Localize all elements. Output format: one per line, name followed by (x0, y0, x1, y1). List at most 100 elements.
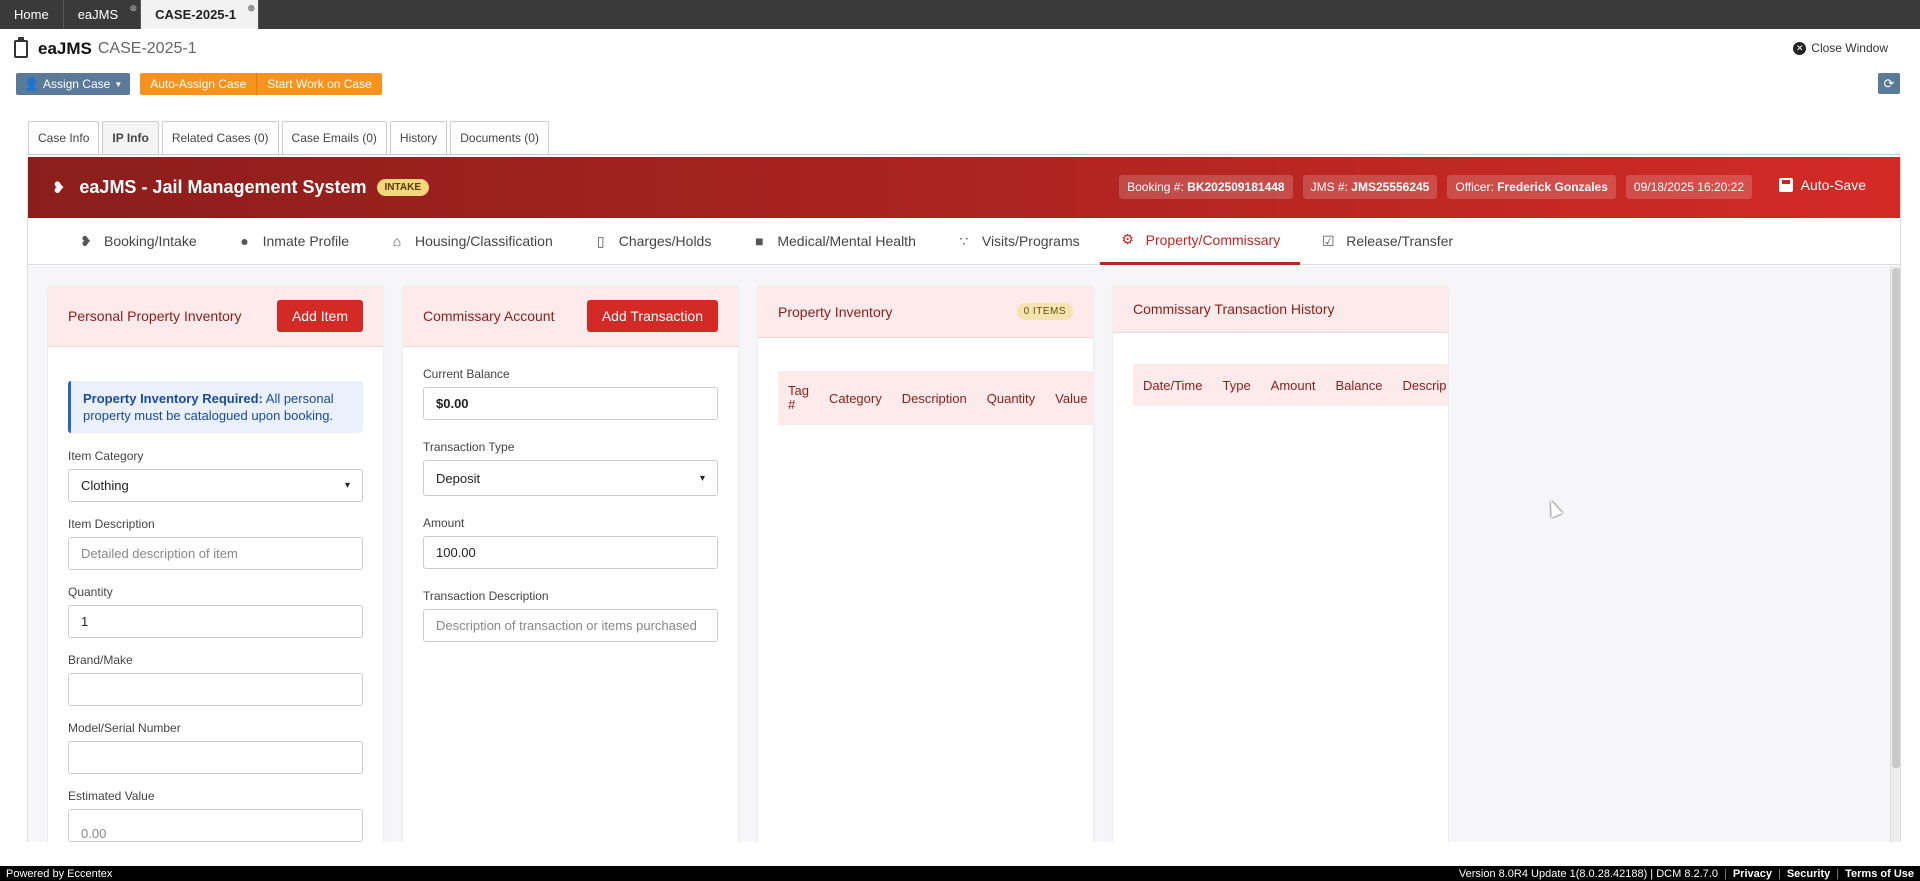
commissary-history-panel: Commissary Transaction History Date/Time… (1113, 286, 1448, 842)
divider: | (1777, 867, 1781, 880)
file-icon: ▯ (596, 232, 605, 249)
assign-case-button[interactable]: 👤 Assign Case ▼ (16, 73, 131, 95)
tab-case-info[interactable]: Case Info (28, 121, 100, 154)
module-label: Medical/Mental Health (777, 233, 916, 249)
module-tab-property[interactable]: ⚙ Property/Commissary (1099, 218, 1301, 265)
column-header[interactable]: Type (1212, 378, 1260, 393)
close-circle-icon: ✕ (1793, 41, 1807, 55)
module-tab-medical[interactable]: ■ Medical/Mental Health (731, 218, 936, 265)
transaction-description-input[interactable]: Description of transaction or items purc… (423, 609, 718, 642)
column-header[interactable]: Quantity (977, 391, 1045, 406)
module-tab-visits[interactable]: ∵ Visits/Programs (936, 218, 1100, 265)
jms-value: JMS25556245 (1351, 180, 1430, 194)
inventory-table-header: Tag # Category Description Quantity Valu… (778, 371, 1093, 425)
column-header[interactable]: Tag # (778, 384, 819, 412)
column-header[interactable]: Balance (1325, 378, 1392, 393)
property-form-panel: Personal Property Inventory Add Item Pro… (48, 286, 383, 842)
auto-assign-button[interactable]: Auto-Assign Case (140, 73, 258, 95)
estimated-value-input[interactable]: 0.00 (68, 809, 363, 842)
terms-link[interactable]: Terms of Use (1845, 868, 1914, 880)
refresh-button[interactable]: ⟳ (1878, 73, 1900, 94)
datetime-chip: 09/18/2025 16:20:22 (1625, 175, 1752, 199)
panel-header: Commissary Account Add Transaction (403, 286, 738, 347)
top-tab-eajms[interactable]: eaJMS ⊗ (64, 0, 142, 29)
close-window-button[interactable]: ✕ Close Window (1793, 41, 1888, 55)
brand-input[interactable] (68, 673, 363, 706)
current-balance-field: $0.00 (423, 387, 718, 420)
column-header[interactable]: Description (892, 391, 977, 406)
module-tab-housing[interactable]: ⌂ Housing/Classification (369, 218, 573, 265)
column-header[interactable]: Date/Time (1133, 378, 1212, 393)
close-icon[interactable]: ⊗ (130, 3, 138, 14)
officer-label: Officer: (1455, 180, 1494, 194)
users-icon: ∵ (959, 232, 969, 249)
divider: | (1836, 867, 1840, 880)
tab-ip-info[interactable]: IP Info (102, 121, 159, 154)
footer: Powered by Eccentex Version 8.0R4 Update… (0, 866, 1920, 881)
tab-history[interactable]: History (389, 121, 448, 154)
amount-label: Amount (423, 516, 465, 530)
property-alert: Property Inventory Required: All persona… (68, 381, 363, 433)
tab-related-cases[interactable]: Related Cases (0) (161, 121, 279, 154)
security-link[interactable]: Security (1787, 868, 1830, 880)
commissary-panel: Commissary Account Add Transaction Curre… (403, 286, 738, 842)
powered-by: Powered by Eccentex (6, 867, 113, 880)
privacy-link[interactable]: Privacy (1733, 868, 1772, 880)
panel-title: Commissary Transaction History (1133, 301, 1335, 317)
top-tab-home[interactable]: Home (0, 0, 64, 29)
column-header[interactable]: Amount (1261, 378, 1326, 393)
gear-icon: ⚙ (1121, 231, 1134, 247)
quantity-label: Quantity (68, 585, 113, 599)
module-tab-booking[interactable]: ❥ Booking/Intake (58, 218, 217, 265)
property-inventory-panel: Property Inventory 0 ITEMS Tag # Categor… (758, 286, 1093, 842)
system-title: eaJMS - Jail Management System (79, 177, 367, 197)
quantity-input[interactable]: 1 (68, 605, 363, 638)
tab-documents[interactable]: Documents (0) (450, 121, 549, 154)
footer-right: Version 8.0R4 Update 1(8.0.28.42188) | D… (1459, 868, 1914, 880)
amount-input[interactable]: 100.00 (423, 536, 718, 569)
tab-case-emails[interactable]: Case Emails (0) (281, 121, 387, 154)
model-serial-input[interactable] (68, 741, 363, 774)
fingerprint-icon: ❥ (52, 179, 66, 197)
item-description-input[interactable]: Detailed description of item (68, 537, 363, 570)
browser-tab-strip: Home eaJMS ⊗ CASE-2025-1 ⊗ (0, 0, 1920, 29)
scrollbar-thumb[interactable] (1892, 268, 1900, 768)
module-label: Inmate Profile (262, 233, 349, 249)
item-category-select[interactable]: Clothing ▾ (68, 469, 363, 502)
case-meta-chips: Booking #: BK202509181448 JMS #: JMS2555… (1119, 175, 1752, 199)
case-id: CASE-2025-1 (97, 40, 197, 57)
status-badge: INTAKE (376, 179, 430, 196)
refresh-icon: ⟳ (1883, 75, 1895, 91)
panel-header: Property Inventory 0 ITEMS (758, 286, 1093, 338)
property-form: Property Inventory Required: All persona… (48, 347, 383, 842)
auto-save-button[interactable]: Auto-Save (1778, 177, 1866, 193)
column-header[interactable]: Category (819, 391, 892, 406)
module-tab-release[interactable]: ☑ Release/Transfer (1300, 218, 1473, 265)
panel-title: Property Inventory (778, 303, 893, 320)
scrollbar[interactable] (1890, 266, 1900, 842)
checkbox-icon: ☑ (1321, 232, 1335, 249)
model-serial-label: Model/Serial Number (68, 721, 181, 735)
add-item-button[interactable]: Add Item (276, 300, 363, 332)
auto-save-label: Auto-Save (1800, 177, 1866, 193)
start-work-button[interactable]: Start Work on Case (257, 73, 382, 95)
item-count-badge: 0 ITEMS (1016, 303, 1073, 320)
close-icon[interactable]: ⊗ (248, 3, 256, 14)
transaction-type-select[interactable]: Deposit ▾ (423, 460, 718, 496)
column-header[interactable]: Descrip (1392, 378, 1448, 393)
fingerprint-icon: ❥ (80, 232, 92, 249)
top-tab-case[interactable]: CASE-2025-1 ⊗ (141, 0, 260, 29)
module-nav: ❥ Booking/Intake ● Inmate Profile ⌂ Housing… (28, 218, 1900, 265)
module-tab-charges[interactable]: ▯ Charges/Holds (573, 218, 732, 265)
chevron-down-icon: ▾ (344, 480, 350, 491)
divider: | (1723, 867, 1727, 880)
top-tab-label: eaJMS (77, 7, 119, 22)
commissary-form: Current Balance $0.00 Transaction Type D… (403, 347, 738, 642)
clipboard-icon (14, 37, 28, 58)
module-tab-inmate-profile[interactable]: ● Inmate Profile (217, 218, 369, 265)
home-icon: ⌂ (392, 233, 402, 249)
jms-frame: ❥ eaJMS - Jail Management System INTAKE … (27, 157, 1901, 842)
column-header[interactable]: Value (1045, 391, 1097, 406)
module-label: Property/Commissary (1145, 231, 1281, 248)
add-transaction-button[interactable]: Add Transaction (586, 300, 718, 332)
